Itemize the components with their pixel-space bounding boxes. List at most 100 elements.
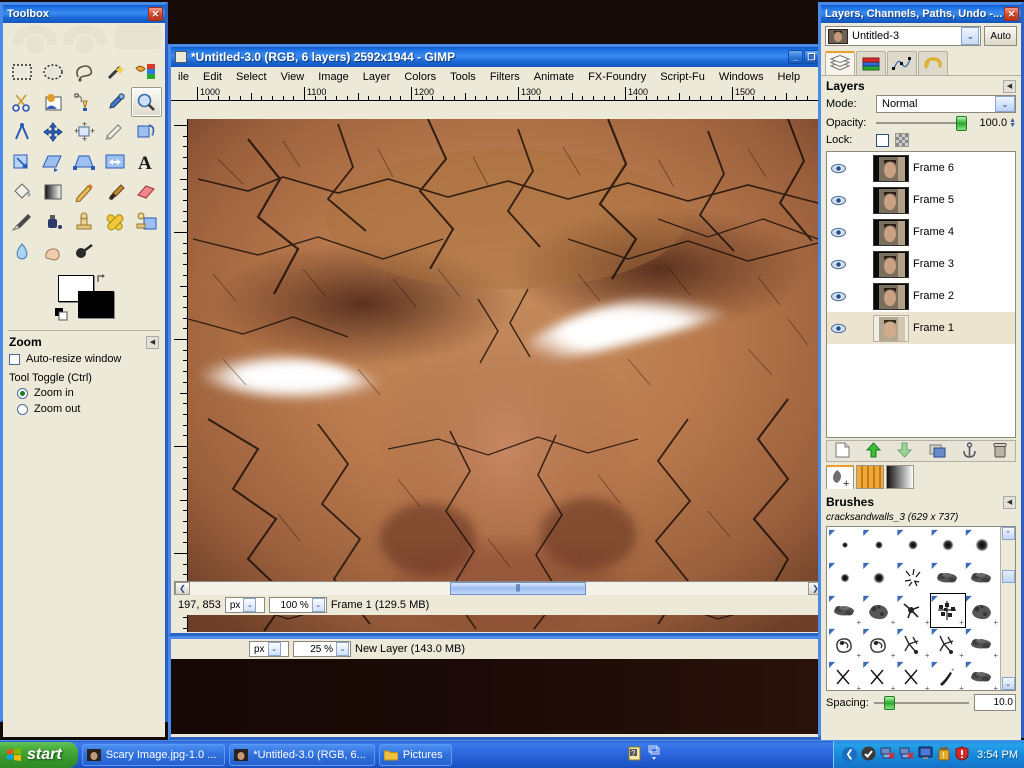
pencil-tool[interactable]	[68, 177, 99, 207]
horizontal-scroll-thumb[interactable]	[449, 582, 586, 595]
brush-cell[interactable]: ◤	[862, 528, 896, 561]
spacing-knob[interactable]	[883, 695, 895, 710]
perspective-clone-tool[interactable]	[131, 207, 162, 237]
paths-tool[interactable]	[68, 87, 99, 117]
zoom-out-radio[interactable]	[17, 403, 28, 415]
background-zoom-combo[interactable]: 25 % ⌄	[293, 641, 351, 657]
rect-select-tool[interactable]	[6, 57, 37, 87]
brush-cell[interactable]: ◤ +	[896, 627, 930, 660]
move-tool[interactable]	[37, 117, 68, 147]
clone-tool[interactable]	[68, 207, 99, 237]
table-row[interactable]: Frame 3	[827, 248, 1015, 280]
shear-tool[interactable]	[37, 147, 68, 177]
network-disconnected-2-icon[interactable]	[899, 746, 914, 763]
menu-view[interactable]: View	[274, 69, 312, 85]
anchor-layer-button[interactable]	[962, 441, 977, 461]
lock-pixels-checkbox[interactable]	[876, 133, 889, 147]
auto-follow-button[interactable]: Auto	[984, 26, 1017, 46]
layer-visibility-toggle[interactable]	[830, 227, 847, 238]
text-tool[interactable]: A	[131, 147, 162, 177]
tab-gradients[interactable]	[886, 465, 914, 489]
layer-visibility-toggle[interactable]	[830, 163, 847, 174]
eraser-tool[interactable]	[131, 177, 162, 207]
menu-script-fu[interactable]: Script-Fu	[653, 69, 712, 85]
taskbar-item-untitled-3[interactable]: *Untitled-3.0 (RGB, 6...	[229, 743, 375, 766]
auto-resize-window-option[interactable]: Auto-resize window	[3, 351, 165, 367]
lock-alpha-icon[interactable]	[895, 133, 909, 147]
unit-combo[interactable]: px ⌄	[224, 597, 265, 613]
brush-cell[interactable]: ◤	[862, 561, 896, 594]
table-row[interactable]: Frame 5	[827, 184, 1015, 216]
image-canvas[interactable]	[188, 119, 824, 632]
dock-titlebar[interactable]: Layers, Channels, Paths, Undo -... ✕	[821, 5, 1021, 23]
brush-cell[interactable]: ◤	[965, 528, 999, 561]
perspective-tool[interactable]	[68, 147, 99, 177]
start-button[interactable]: start	[0, 741, 78, 768]
scissors-select-tool[interactable]	[6, 87, 37, 117]
brush-scrollbar[interactable]: ⌃ ⌄	[1000, 527, 1015, 690]
security-shield-icon[interactable]	[955, 745, 969, 764]
background-unit-arrow-icon[interactable]: ⌄	[267, 642, 281, 656]
tool-options-collapse-button[interactable]: ◀	[146, 335, 159, 349]
image-window-titlebar[interactable]: *Untitled-3.0 (RGB, 6 layers) 2592x1944 …	[171, 47, 821, 67]
brush-scroll-thumb[interactable]	[1001, 570, 1015, 583]
fuzzy-select-tool[interactable]	[100, 57, 131, 87]
background-unit-combo[interactable]: px ⌄	[249, 641, 289, 657]
mode-arrow-icon[interactable]: ⌄	[995, 96, 1015, 112]
flip-tool[interactable]	[100, 147, 131, 177]
taskbar-item-pictures[interactable]: Pictures	[378, 743, 452, 766]
brush-cell[interactable]: ◤ +	[896, 594, 930, 627]
table-row[interactable]: Frame 6	[827, 152, 1015, 184]
brush-cell[interactable]: ◤ +	[828, 660, 862, 690]
blend-tool[interactable]	[37, 177, 68, 207]
brush-cell[interactable]: ◤ +	[862, 594, 896, 627]
brush-scroll-down-button[interactable]: ⌄	[1001, 677, 1015, 690]
paintbrush-tool[interactable]	[100, 177, 131, 207]
image-selector-combo[interactable]: Untitled-3 ⌄	[825, 26, 982, 46]
toolbox-close-button[interactable]: ✕	[148, 7, 163, 21]
network-disconnected-icon[interactable]	[880, 746, 895, 763]
toolbox-titlebar[interactable]: Toolbox ✕	[3, 5, 165, 23]
delete-layer-button[interactable]	[993, 442, 1007, 461]
brush-cell[interactable]: ◤ +	[828, 594, 862, 627]
layer-visibility-toggle[interactable]	[830, 195, 847, 206]
menu-edit[interactable]: Edit	[196, 69, 229, 85]
horizontal-scroll-track[interactable]	[190, 582, 808, 595]
table-row[interactable]: Frame 1	[827, 312, 1015, 344]
menu-tools[interactable]: Tools	[443, 69, 483, 85]
ellipse-select-tool[interactable]	[37, 57, 68, 87]
layer-visibility-toggle[interactable]	[830, 259, 847, 270]
spacing-slider[interactable]	[873, 695, 969, 710]
default-colors-icon[interactable]	[55, 308, 68, 321]
table-row[interactable]: Frame 4	[827, 216, 1015, 248]
menu-animate[interactable]: Animate	[527, 69, 581, 85]
ink-tool[interactable]	[37, 207, 68, 237]
layer-list[interactable]: Frame 6 Frame 5 Frame 4 Frame 3 Frame 2 …	[826, 151, 1016, 438]
copy-icon[interactable]	[648, 745, 660, 764]
dock-close-button[interactable]: ✕	[1004, 7, 1019, 21]
menu-file[interactable]: ile	[171, 69, 196, 85]
swap-colors-icon[interactable]	[96, 273, 108, 285]
brush-cell[interactable]: ◤	[965, 561, 999, 594]
layer-visibility-toggle[interactable]	[830, 291, 847, 302]
menu-select[interactable]: Select	[229, 69, 274, 85]
brush-cell[interactable]: ◤ +	[965, 594, 999, 627]
mode-combo[interactable]: Normal ⌄	[876, 95, 1016, 113]
auto-resize-checkbox[interactable]	[9, 353, 20, 365]
horizontal-ruler[interactable]: 10001100120013001400150016	[171, 87, 821, 101]
menu-windows[interactable]: Windows	[712, 69, 771, 85]
tab-paths[interactable]	[887, 51, 917, 75]
lower-layer-button[interactable]	[897, 442, 913, 461]
brush-cell[interactable]: ◤ +	[931, 627, 965, 660]
brush-cell[interactable]: ◤ +	[862, 627, 896, 660]
duplicate-layer-button[interactable]	[929, 442, 946, 461]
opacity-spinner[interactable]: 100.0 ▲ ▼	[973, 117, 1016, 129]
zoom-arrow-icon[interactable]: ⌄	[311, 598, 325, 612]
tab-layers[interactable]	[825, 51, 855, 75]
brush-cell[interactable]: ◤	[896, 561, 930, 594]
usb-warning-icon[interactable]: !	[937, 746, 951, 764]
brush-cell[interactable]: ◤	[931, 561, 965, 594]
brush-cell[interactable]: ◤ +	[929, 593, 966, 628]
heal-tool[interactable]	[100, 207, 131, 237]
background-image-window[interactable]: px ⌄ 25 % ⌄ New Layer (143.0 MB)	[168, 636, 824, 740]
